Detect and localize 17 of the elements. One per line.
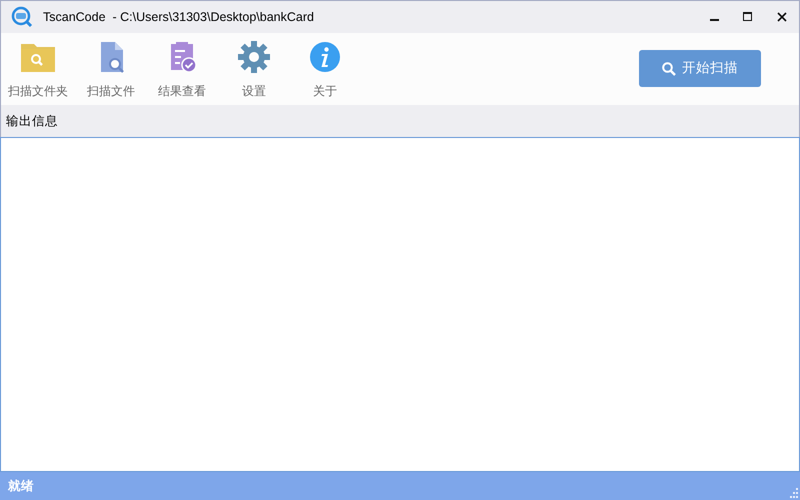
maximize-icon [743,12,753,22]
toolbar-button[interactable]: 扫描文件 [75,33,147,103]
output-panel-title: 输出信息 [6,112,58,130]
close-icon [777,12,787,22]
app-logo-icon [11,6,33,28]
toolbar-button[interactable]: 设置 [217,33,291,103]
start-scan-button[interactable]: 开始扫描 [639,50,761,87]
info-icon [307,40,343,74]
toolbar-button[interactable]: 扫描文件夹 [1,33,75,103]
gear-icon [236,40,272,74]
window-title: TscanCode - C:\Users\31303\Desktop\bankCard [43,8,314,26]
status-text: 就绪 [8,478,34,495]
toolbar-button[interactable]: 结果查看 [147,33,217,103]
minimize-icon [710,19,718,21]
toolbar-button[interactable]: 关于 [291,33,359,103]
resize-grip-icon [788,488,798,498]
search-icon [662,62,676,76]
